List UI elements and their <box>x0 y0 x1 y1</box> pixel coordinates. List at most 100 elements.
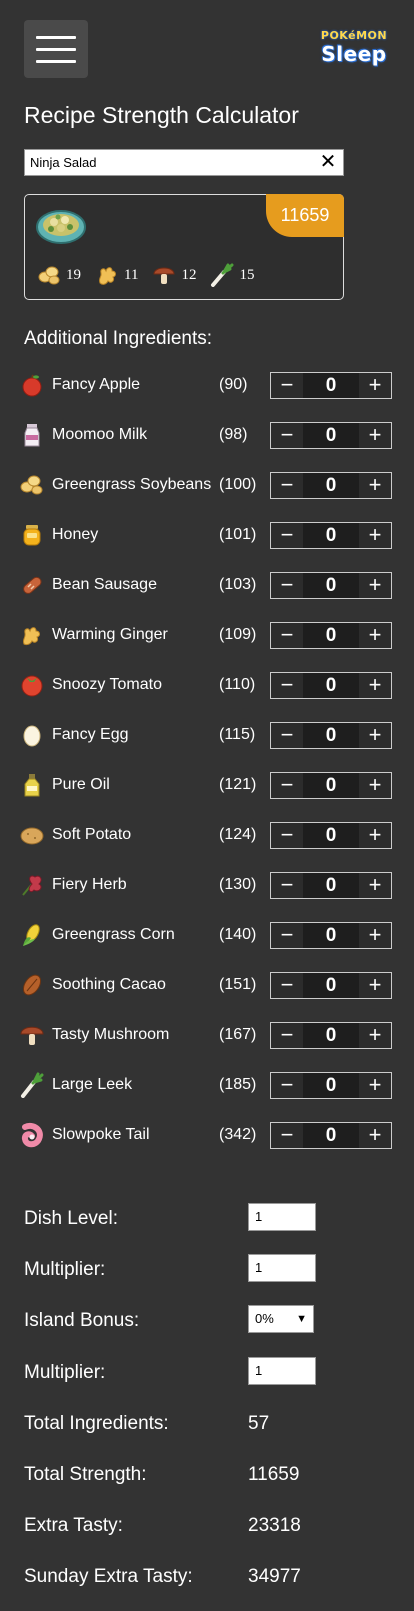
quantity-value[interactable]: 0 <box>303 873 359 898</box>
multiplier-input[interactable]: 1 <box>248 1254 316 1282</box>
multiplier2-input[interactable]: 1 <box>248 1357 316 1385</box>
increment-button[interactable]: + <box>359 723 391 748</box>
increment-button[interactable]: + <box>359 873 391 898</box>
quantity-value[interactable]: 0 <box>303 623 359 648</box>
pokemon-sleep-logo: POKéMON Sleep <box>320 30 388 76</box>
decrement-button[interactable]: − <box>271 923 303 948</box>
increment-button[interactable]: + <box>359 1123 391 1148</box>
hamburger-icon-line <box>36 47 76 51</box>
tomato-icon <box>21 675 43 697</box>
ingredient-power: (109) <box>219 626 257 643</box>
logo-bottom-text: Sleep <box>321 42 387 66</box>
ingredient-name: Fiery Herb <box>52 876 127 893</box>
decrement-button[interactable]: − <box>271 473 303 498</box>
quantity-value[interactable]: 0 <box>303 723 359 748</box>
ingredient-power: (121) <box>219 776 257 793</box>
ingredient-name: Fancy Apple <box>52 376 141 393</box>
increment-button[interactable]: + <box>359 773 391 798</box>
decrement-button[interactable]: − <box>271 573 303 598</box>
ingredient-name: Fancy Egg <box>52 726 129 743</box>
quantity-stepper: − 0 + <box>270 972 392 999</box>
decrement-button[interactable]: − <box>271 1023 303 1048</box>
quantity-value[interactable]: 0 <box>303 1123 359 1148</box>
corn-icon <box>23 924 40 946</box>
quantity-value[interactable]: 0 <box>303 923 359 948</box>
sunday-extra-tasty-label: Sunday Extra Tasty: <box>24 1566 193 1587</box>
decrement-button[interactable]: − <box>271 423 303 448</box>
quantity-value[interactable]: 0 <box>303 523 359 548</box>
increment-button[interactable]: + <box>359 573 391 598</box>
quantity-stepper: − 0 + <box>270 1022 392 1049</box>
quantity-value[interactable]: 0 <box>303 473 359 498</box>
decrement-button[interactable]: − <box>271 973 303 998</box>
list-item: Pure Oil (121) − 0 + <box>0 770 414 820</box>
ingredient-name: Soft Potato <box>52 826 132 843</box>
quantity-value[interactable]: 0 <box>303 673 359 698</box>
quantity-value[interactable]: 0 <box>303 1073 359 1098</box>
increment-button[interactable]: + <box>359 423 391 448</box>
decrement-button[interactable]: − <box>271 623 303 648</box>
ingredient-power: (103) <box>219 576 257 593</box>
recipe-card: 11659 19 11 12 15 <box>24 194 344 300</box>
recipe-ingredient: 19 <box>37 263 81 287</box>
increment-button[interactable]: + <box>359 373 391 398</box>
quantity-value[interactable]: 0 <box>303 373 359 398</box>
list-item: Soothing Cacao (151) − 0 + <box>0 970 414 1020</box>
decrement-button[interactable]: − <box>271 373 303 398</box>
quantity-stepper: − 0 + <box>270 1072 392 1099</box>
milk-icon <box>24 424 40 447</box>
increment-button[interactable]: + <box>359 1073 391 1098</box>
quantity-value[interactable]: 0 <box>303 423 359 448</box>
chevron-down-icon: ▼ <box>296 1313 307 1325</box>
decrement-button[interactable]: − <box>271 523 303 548</box>
increment-button[interactable]: + <box>359 473 391 498</box>
quantity-value[interactable]: 0 <box>303 973 359 998</box>
total-strength-value: 11659 <box>248 1464 300 1485</box>
list-item: Fancy Egg (115) − 0 + <box>0 720 414 770</box>
slowpoke-tail-icon <box>21 1122 43 1148</box>
quantity-value[interactable]: 0 <box>303 823 359 848</box>
quantity-stepper: − 0 + <box>270 472 392 499</box>
increment-button[interactable]: + <box>359 823 391 848</box>
ingredient-power: (185) <box>219 1076 257 1093</box>
clear-icon[interactable]: ✕ <box>319 152 337 172</box>
island-bonus-label: Island Bonus: <box>24 1310 140 1331</box>
recipe-search-input[interactable] <box>25 150 313 175</box>
ingredient-power: (100) <box>219 476 257 493</box>
island-bonus-select[interactable]: 0% ▼ <box>248 1305 314 1333</box>
increment-button[interactable]: + <box>359 523 391 548</box>
quantity-value[interactable]: 0 <box>303 773 359 798</box>
ingredient-list: Fancy Apple (90) − 0 + Moomoo Milk (98) … <box>0 370 414 1170</box>
greengrass-soybeans-icon <box>38 266 60 285</box>
leek-icon <box>21 1072 44 1098</box>
quantity-value[interactable]: 0 <box>303 573 359 598</box>
increment-button[interactable]: + <box>359 1023 391 1048</box>
strength-badge: 11659 <box>266 194 344 237</box>
decrement-button[interactable]: − <box>271 723 303 748</box>
ingredient-name: Snoozy Tomato <box>52 676 162 693</box>
quantity-value[interactable]: 0 <box>303 1023 359 1048</box>
total-strength-label: Total Strength: <box>24 1464 147 1485</box>
dish-level-input[interactable]: 1 <box>248 1203 316 1231</box>
increment-button[interactable]: + <box>359 623 391 648</box>
increment-button[interactable]: + <box>359 673 391 698</box>
increment-button[interactable]: + <box>359 923 391 948</box>
list-item: Bean Sausage (103) − 0 + <box>0 570 414 620</box>
decrement-button[interactable]: − <box>271 873 303 898</box>
list-item: Fancy Apple (90) − 0 + <box>0 370 414 420</box>
list-item: Fiery Herb (130) − 0 + <box>0 870 414 920</box>
ingredient-power: (151) <box>219 976 257 993</box>
decrement-button[interactable]: − <box>271 823 303 848</box>
menu-button[interactable] <box>24 20 88 78</box>
quantity-stepper: − 0 + <box>270 622 392 649</box>
ingredient-name: Large Leek <box>52 1076 133 1093</box>
decrement-button[interactable]: − <box>271 1073 303 1098</box>
ingredient-power: (130) <box>219 876 257 893</box>
decrement-button[interactable]: − <box>271 673 303 698</box>
decrement-button[interactable]: − <box>271 1123 303 1148</box>
increment-button[interactable]: + <box>359 973 391 998</box>
recipe-ingredient-count: 11 <box>124 266 139 283</box>
decrement-button[interactable]: − <box>271 773 303 798</box>
recipe-ingredient-count: 15 <box>239 266 255 283</box>
apple-icon <box>22 374 42 397</box>
